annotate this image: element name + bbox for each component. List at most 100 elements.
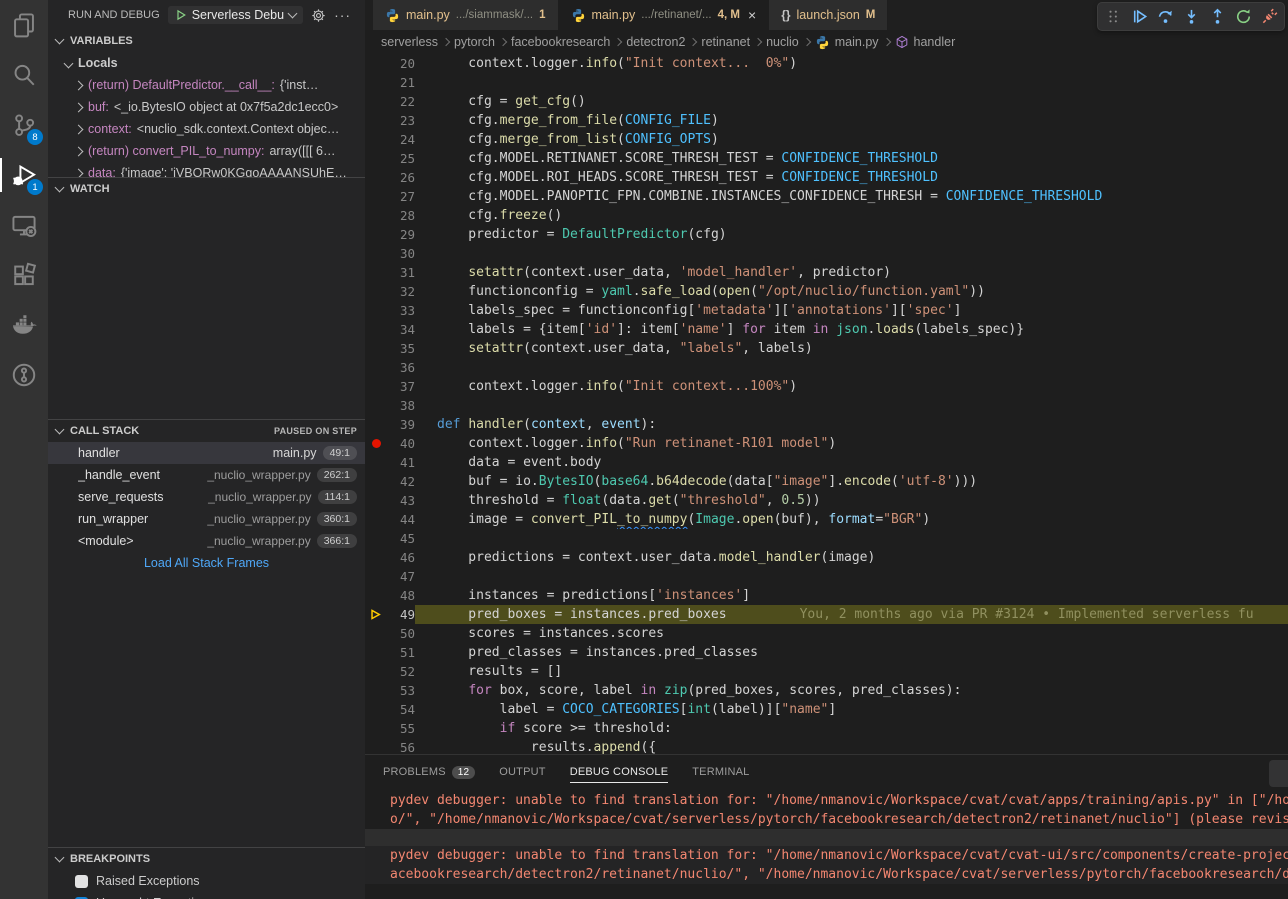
gutter-icon-slot[interactable] (365, 263, 387, 282)
variable-row[interactable]: buf:<_io.BytesIO object at 0x7f5a2dc1ecc… (48, 96, 365, 118)
breadcrumb-item[interactable]: facebookresearch (511, 35, 610, 49)
close-icon[interactable]: × (748, 7, 756, 23)
step-into-button[interactable] (1179, 5, 1203, 29)
more-actions-icon[interactable]: ··· (334, 10, 351, 20)
stack-frame-row[interactable]: _handle_event_nuclio_wrapper.py262:1 (48, 464, 365, 486)
gutter-icon-slot[interactable] (365, 472, 387, 491)
ci-circle-icon[interactable] (0, 350, 48, 400)
stack-frame-row[interactable]: serve_requests_nuclio_wrapper.py114:1 (48, 486, 365, 508)
gutter-icon-slot[interactable] (365, 510, 387, 529)
tab-badge: 4, M (718, 9, 740, 21)
breadcrumb-item[interactable]: handler (895, 35, 956, 49)
chevron-down-icon (288, 9, 298, 19)
checkbox[interactable] (75, 875, 88, 888)
gutter-icon-slot[interactable] (365, 358, 387, 377)
source-control-icon[interactable]: 8 (0, 100, 48, 150)
breadcrumb-item[interactable]: detectron2 (626, 35, 685, 49)
gutter-icon-slot[interactable] (365, 567, 387, 586)
explorer-icon[interactable] (0, 0, 48, 50)
load-all-stack-frames-link[interactable]: Load All Stack Frames (48, 552, 365, 574)
panel-corner-widget[interactable] (1269, 760, 1288, 787)
gutter-icon-slot[interactable] (365, 301, 387, 320)
gutter-icon-slot[interactable] (365, 111, 387, 130)
gutter-icon-slot[interactable] (365, 434, 387, 453)
gutter-icon-slot[interactable] (365, 738, 387, 754)
variable-row[interactable]: context:<nuclio_sdk.context.Context obje… (48, 118, 365, 140)
panel-tab-debug-console[interactable]: DEBUG CONSOLE (570, 755, 669, 789)
continue-button[interactable] (1127, 5, 1151, 29)
chevron-down-icon (55, 853, 65, 863)
gutter-icon-slot[interactable] (365, 339, 387, 358)
gutter-icon-slot[interactable] (365, 92, 387, 111)
gutter-icon-slot[interactable] (365, 586, 387, 605)
search-icon[interactable] (0, 50, 48, 100)
step-out-button[interactable] (1205, 5, 1229, 29)
restart-button[interactable] (1231, 5, 1255, 29)
editor-tab[interactable]: main.py.../retinanet/...4, M× (559, 0, 770, 30)
watch-header[interactable]: WATCH (48, 178, 365, 200)
docker-icon[interactable] (0, 300, 48, 350)
code-line: 46 predictions = context.user_data.model… (365, 548, 1288, 567)
remote-explorer-icon[interactable] (0, 200, 48, 250)
gutter-icon-slot[interactable] (365, 491, 387, 510)
gutter-icon-slot[interactable] (365, 73, 387, 92)
editor-tab[interactable]: {}launch.jsonM (769, 0, 888, 30)
gutter-icon-slot[interactable] (365, 453, 387, 472)
gutter-icon-slot[interactable] (365, 168, 387, 187)
gutter-icon-slot[interactable] (365, 130, 387, 149)
gutter-icon-slot[interactable] (365, 662, 387, 681)
gutter-icon-slot[interactable] (365, 529, 387, 548)
debug-config-dropdown[interactable]: Serverless Debu (168, 6, 303, 24)
stack-frame-row[interactable]: handlermain.py49:1 (48, 442, 365, 464)
gutter-icon-slot[interactable] (365, 149, 387, 168)
gutter-icon-slot[interactable] (365, 282, 387, 301)
gutter-icon-slot[interactable] (365, 643, 387, 662)
breadcrumb-item[interactable]: serverless (381, 35, 438, 49)
gutter-icon-slot[interactable] (365, 396, 387, 415)
step-over-button[interactable] (1153, 5, 1177, 29)
panel-tab-problems[interactable]: PROBLEMS12 (383, 755, 475, 789)
gutter-icon-slot[interactable] (365, 719, 387, 738)
gutter-icon-slot[interactable] (365, 415, 387, 434)
gutter-icon-slot[interactable] (365, 187, 387, 206)
gutter-icon-slot[interactable] (365, 605, 387, 624)
variable-row[interactable]: (return) DefaultPredictor.__call__:{'ins… (48, 74, 365, 96)
breakpoint-row[interactable]: Uncaught Exceptions (48, 892, 365, 899)
variables-header[interactable]: VARIABLES (48, 30, 365, 52)
breakpoints-header[interactable]: BREAKPOINTS (48, 848, 365, 870)
drag-handle[interactable] (1101, 5, 1125, 29)
variable-row[interactable]: (return) convert_PIL_to_numpy:array([[[ … (48, 140, 365, 162)
gutter-icon-slot[interactable] (365, 225, 387, 244)
breadcrumb-item[interactable]: pytorch (454, 35, 495, 49)
gear-icon[interactable] (311, 8, 326, 23)
gutter-icon-slot[interactable] (365, 681, 387, 700)
breadcrumb-item[interactable]: main.py (815, 35, 879, 50)
extensions-icon[interactable] (0, 250, 48, 300)
stack-frame-row[interactable]: run_wrapper_nuclio_wrapper.py360:1 (48, 508, 365, 530)
code-editor[interactable]: 20 context.logger.info("Init context... … (365, 54, 1288, 754)
run-and-debug-icon[interactable]: 1 (0, 150, 48, 200)
panel-tab-terminal[interactable]: TERMINAL (692, 755, 749, 789)
disconnect-button[interactable] (1257, 5, 1281, 29)
gutter-icon-slot[interactable] (365, 206, 387, 225)
breadcrumb-item[interactable]: retinanet (701, 35, 750, 49)
badge: 8 (27, 129, 43, 145)
call-stack-header[interactable]: CALL STACK PAUSED ON STEP (48, 420, 365, 442)
gutter-icon-slot[interactable] (365, 700, 387, 719)
gutter-icon-slot[interactable] (365, 548, 387, 567)
line-content: cfg.merge_from_file(CONFIG_FILE) (415, 111, 1288, 130)
gutter-icon-slot[interactable] (365, 624, 387, 643)
gutter-icon-slot[interactable] (365, 244, 387, 263)
scope-locals[interactable]: Locals (48, 52, 365, 74)
gutter-icon-slot[interactable] (365, 377, 387, 396)
gutter-icon-slot[interactable] (365, 320, 387, 339)
editor-tab[interactable]: main.py.../siammask/...1 (373, 0, 559, 30)
breadcrumb-separator-icon (614, 38, 622, 46)
breakpoint-icon[interactable] (372, 439, 381, 448)
panel-tab-output[interactable]: OUTPUT (499, 755, 545, 789)
breakpoint-row[interactable]: Raised Exceptions (48, 870, 365, 892)
gutter-icon-slot[interactable] (365, 54, 387, 73)
stack-frame-row[interactable]: <module>_nuclio_wrapper.py366:1 (48, 530, 365, 552)
breadcrumb-item[interactable]: nuclio (766, 35, 799, 49)
variable-row[interactable]: data:{'image': 'iVBORw0KGgoAAAANSUhE… (48, 162, 365, 177)
